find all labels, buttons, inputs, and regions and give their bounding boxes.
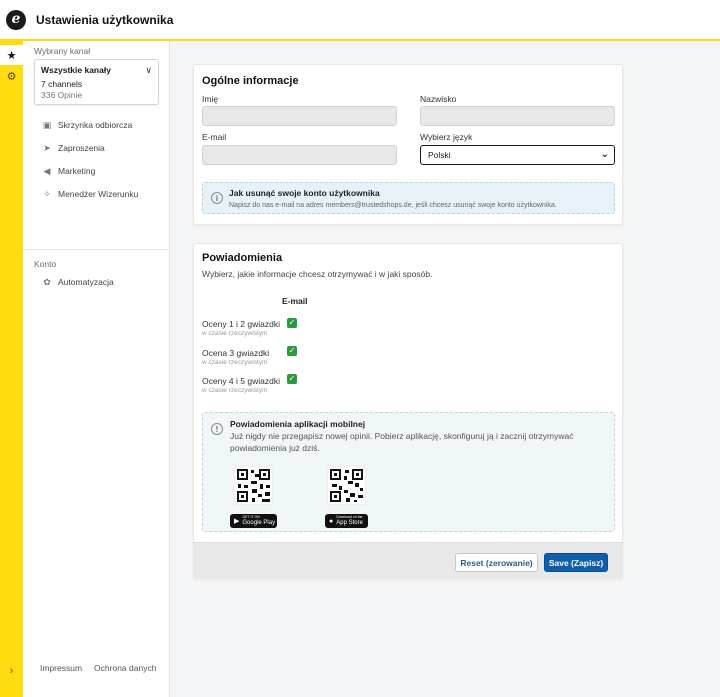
delete-account-info: i Jak usunąć swoje konto użytkownika Nap…	[202, 182, 615, 214]
info-icon: i	[211, 192, 223, 204]
general-info-title: Ogólne informacje	[202, 75, 299, 87]
first-name-field[interactable]	[202, 106, 397, 126]
sidebar-item-label: Skrzynka odbiorcza	[58, 120, 133, 130]
sidebar-item-invitations[interactable]: ➤ Zaproszenia	[40, 141, 105, 155]
last-name-field[interactable]	[420, 106, 615, 126]
sidebar-item-automation[interactable]: ✿ Automatyzacja	[40, 275, 114, 289]
sidebar-item-label: Automatyzacja	[58, 277, 114, 287]
page-title: Ustawienia użytkownika	[36, 12, 174, 27]
info-icon: !	[211, 423, 223, 435]
privacy-link[interactable]: Ochrona danych	[94, 663, 156, 673]
apple-icon: ●	[329, 517, 334, 525]
first-name-label: Imię	[202, 94, 219, 104]
inbox-icon: ▣	[42, 119, 52, 130]
mobile-app-info: ! Powiadomienia aplikacji mobilnej Już n…	[202, 412, 615, 532]
logo[interactable]: e	[6, 9, 26, 30]
notification-sub: w czasie rzeczywistym	[202, 359, 268, 366]
google-play-badge[interactable]: ▶ GET IT ON Google Play	[230, 514, 277, 528]
last-name-label: Nazwisko	[420, 94, 457, 104]
channel-count: 7 channels	[41, 79, 83, 89]
sidebar-item-inbox[interactable]: ▣ Skrzynka odbiorcza	[40, 118, 132, 132]
channel-reviews: 336 Opinie	[41, 90, 83, 100]
email-field[interactable]	[202, 145, 397, 165]
channel-selector[interactable]: Wszystkie kanały 7 channels 336 Opinie ∨	[34, 59, 159, 105]
channel-name: Wszystkie kanały	[41, 65, 111, 75]
notifications-subtitle: Wybierz, jakie informacje chcesz otrzymy…	[202, 269, 433, 279]
language-value: Polski	[428, 150, 451, 160]
channel-label: Wybrany kanał	[34, 46, 91, 56]
notification-label: Oceny 4 i 5 gwiazdki	[202, 376, 280, 386]
paper-plane-icon: ➤	[43, 142, 51, 153]
app-store-badge[interactable]: ● Download on the App Store	[325, 514, 368, 528]
sidebar-item-image-manager[interactable]: ✧ Menedżer Wizerunku	[40, 187, 138, 201]
notification-checkbox[interactable]: ✓	[287, 318, 297, 328]
icon-rail: ★ ⚙ ›	[0, 41, 23, 697]
gears-icon: ✿	[43, 276, 51, 287]
sidebar-item-label: Menedżer Wizerunku	[58, 189, 139, 199]
app-store-qr-code	[327, 466, 366, 505]
chevron-down-icon: ∨	[145, 65, 152, 75]
delete-account-text: Napisz do nas e-mail na adres members@tr…	[229, 202, 557, 209]
sidebar-item-label: Marketing	[58, 166, 96, 176]
account-label: Konto	[34, 259, 57, 269]
notification-checkbox[interactable]: ✓	[287, 374, 297, 384]
notification-sub: w czasie rzeczywistym	[202, 387, 268, 394]
sidebar-item-marketing[interactable]: ◀ Marketing	[40, 164, 96, 178]
gear-icon[interactable]: ⚙	[0, 66, 23, 86]
top-bar: e Ustawienia użytkownika	[0, 0, 720, 41]
save-button[interactable]: Save (Zapisz)	[544, 553, 608, 572]
email-label: E-mail	[202, 132, 227, 142]
notifications-card: Powiadomienia Wybierz, jakie informacje …	[193, 243, 623, 579]
notification-label: Ocena 3 gwiazdki	[202, 348, 270, 358]
mobile-app-title: Powiadomienia aplikacji mobilnej	[230, 419, 366, 429]
notifications-title: Powiadomienia	[202, 252, 283, 264]
general-info-card: Ogólne informacje Imię Nazwisko E-mail W…	[193, 64, 623, 225]
chevron-down-icon: ⌄	[600, 149, 609, 160]
language-label: Wybierz język	[420, 132, 473, 142]
mobile-app-text: Już nigdy nie przegapisz nowej opinii. P…	[230, 431, 574, 453]
language-select[interactable]: Polski ⌄	[420, 145, 615, 165]
google-play-icon: ▶	[234, 518, 240, 525]
action-bar: Reset (zerowanie) Save (Zapisz)	[193, 542, 623, 579]
chevron-right-icon[interactable]: ›	[0, 661, 23, 681]
delete-account-title: Jak usunąć swoje konto użytkownika	[229, 188, 380, 198]
impressum-link[interactable]: Impressum	[40, 663, 82, 673]
sidebar-item-label: Zaproszenia	[58, 143, 105, 153]
sparkle-icon: ✧	[43, 188, 51, 199]
email-column-header: E-mail	[282, 296, 308, 306]
sidebar: Wybrany kanał Wszystkie kanały 7 channel…	[23, 41, 170, 697]
megaphone-icon: ◀	[43, 165, 51, 176]
sidebar-footer: Impressum Ochrona danych	[40, 663, 156, 673]
reset-button[interactable]: Reset (zerowanie)	[455, 553, 538, 572]
notification-sub: w czasie rzeczywistym	[202, 330, 268, 337]
notification-checkbox[interactable]: ✓	[287, 346, 297, 356]
sidebar-divider	[23, 249, 170, 250]
logo-letter: e	[11, 10, 21, 27]
star-icon[interactable]: ★	[0, 45, 23, 65]
notification-label: Oceny 1 i 2 gwiazdki	[202, 319, 280, 329]
google-play-qr-code	[234, 466, 273, 505]
